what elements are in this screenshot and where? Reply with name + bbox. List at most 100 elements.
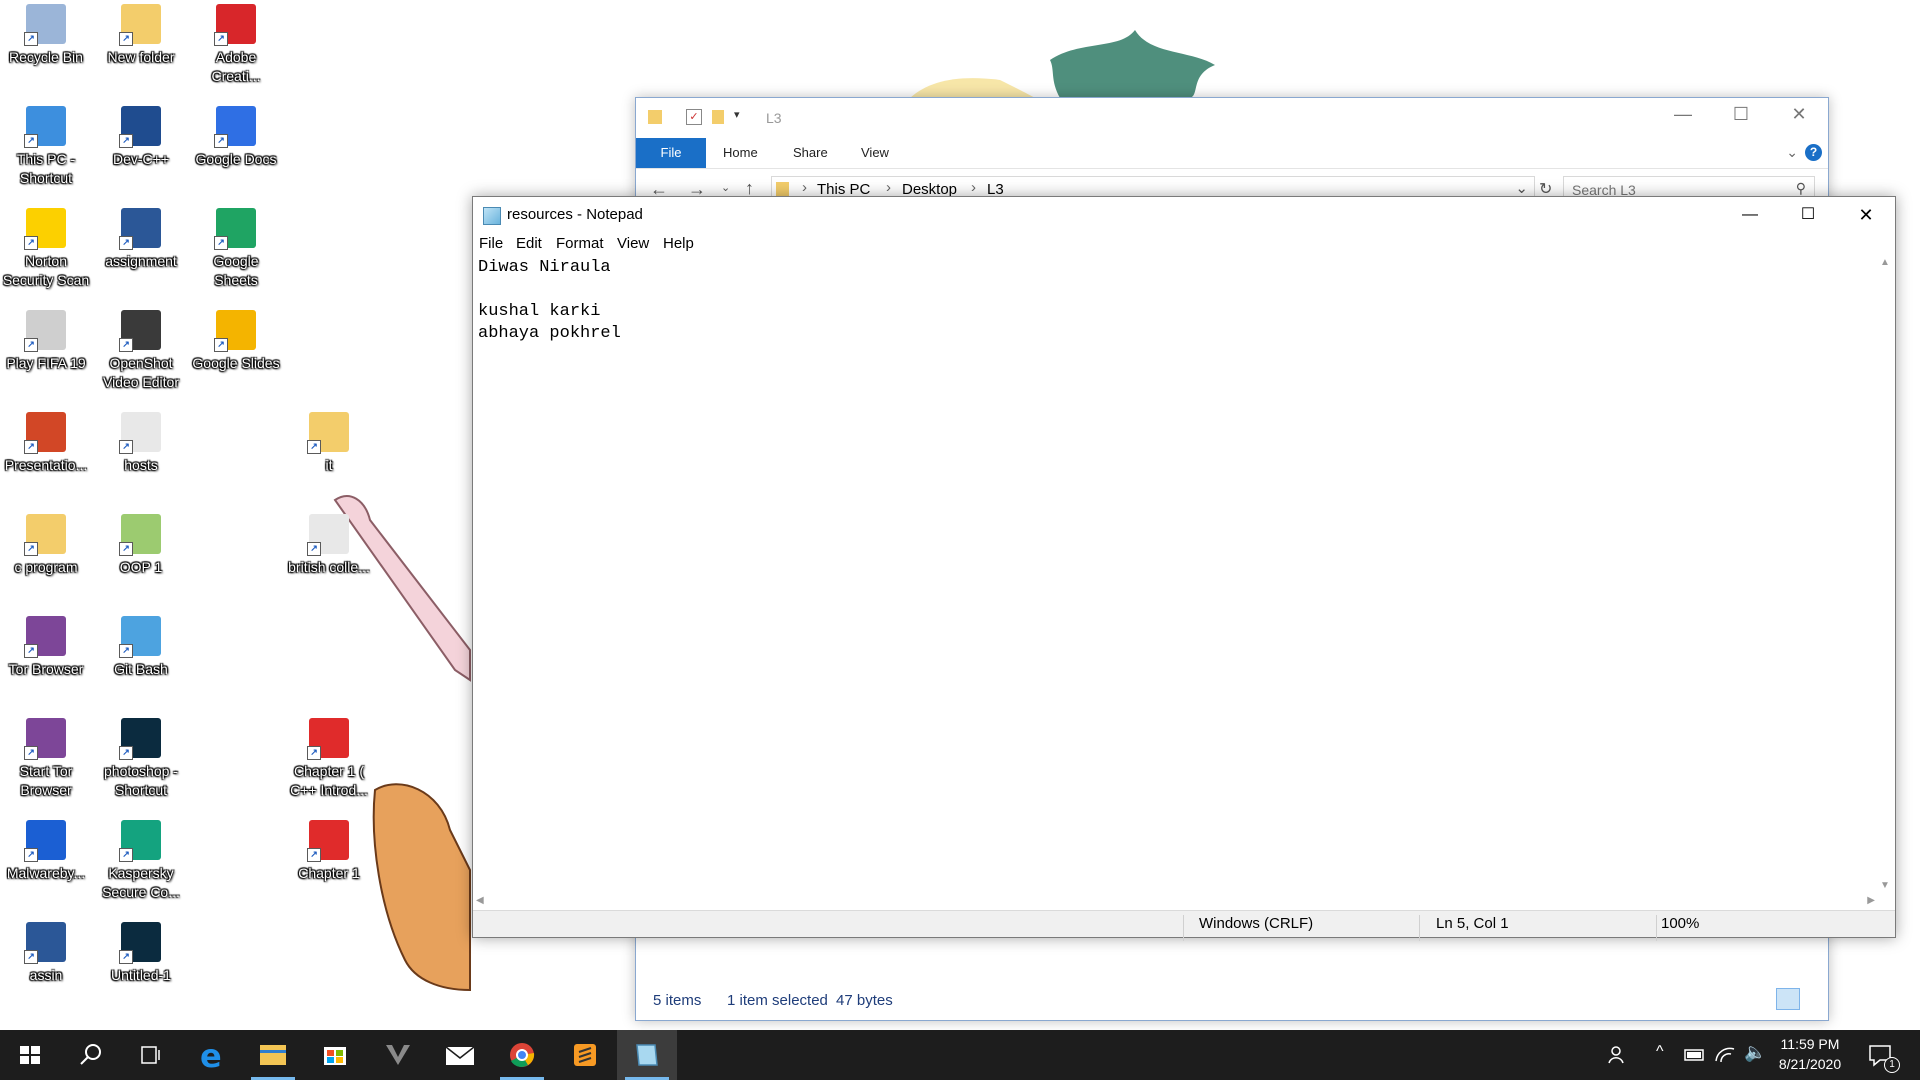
menu-view[interactable]: View <box>617 235 649 252</box>
desktop-icon[interactable]: ↗ british colle... <box>283 514 375 577</box>
edge-taskbar-button[interactable]: e <box>182 1030 242 1080</box>
start-button[interactable] <box>0 1030 60 1080</box>
notepad-window[interactable]: resources - Notepad — ☐ ✕ File Edit Form… <box>472 196 1896 941</box>
taskbar: e ^ 🔈 11:59 PM 8/21/2020 1 <box>0 1030 1920 1080</box>
predator-taskbar-button[interactable] <box>368 1030 428 1080</box>
shortcut-arrow-icon: ↗ <box>24 32 38 46</box>
large-icons-view-icon[interactable] <box>1804 988 1824 1008</box>
desktop-icon[interactable]: ↗ Untitled-1 <box>95 922 187 985</box>
desktop-icon[interactable]: ↗ Norton Security Scan <box>0 208 92 290</box>
tab-file[interactable]: File <box>636 138 706 168</box>
desktop-icon-label: Google Docs <box>195 151 277 167</box>
chevron-up-icon[interactable]: ^ <box>1656 1043 1664 1061</box>
powerpoint-icon: ↗ <box>24 412 66 454</box>
maximize-button[interactable]: ☐ <box>1779 197 1837 233</box>
desktop-icon[interactable]: ↗ Adobe Creati... <box>190 4 282 86</box>
horizontal-scrollbar[interactable]: ◀ ▶ <box>474 893 1877 911</box>
notepad-menubar: File Edit Format View Help <box>473 233 1895 257</box>
menu-help[interactable]: Help <box>663 235 694 252</box>
status-selected: 1 item selected <box>727 992 828 1009</box>
new-folder-quick-icon[interactable] <box>712 110 724 124</box>
chevron-down-icon[interactable]: ⌄ <box>1786 144 1798 161</box>
desktop-icon-label: hosts <box>124 457 158 473</box>
desktop-icon[interactable]: ↗ Git Bash <box>95 616 187 679</box>
details-view-icon[interactable] <box>1776 988 1800 1010</box>
desktop-icon[interactable]: ↗ Dev-C++ <box>95 106 187 169</box>
desktop-icon[interactable]: ↗ Chapter 1 ( C++ Introd... <box>283 718 375 800</box>
maximize-button[interactable]: ☐ <box>1712 98 1770 130</box>
desktop-icon[interactable]: ↗ OOP 1 <box>95 514 187 577</box>
image-file-icon: ↗ <box>119 514 161 556</box>
tab-view[interactable]: View <box>861 138 889 168</box>
scroll-up-icon[interactable]: ▲ <box>1880 257 1890 268</box>
tab-home[interactable]: Home <box>723 138 758 168</box>
desktop-icon[interactable]: ↗ c program <box>0 514 92 577</box>
status-divider <box>1656 915 1657 941</box>
menu-edit[interactable]: Edit <box>516 235 542 252</box>
recent-locations-icon[interactable]: ⌄ <box>721 181 730 194</box>
desktop-icon[interactable]: ↗ Malwareby... <box>0 820 92 883</box>
shortcut-arrow-icon: ↗ <box>24 134 38 148</box>
minimize-button[interactable]: — <box>1654 98 1712 130</box>
status-encoding: Windows (CRLF) <box>1199 915 1314 932</box>
wifi-icon[interactable] <box>1713 1043 1737 1067</box>
search-icon[interactable]: ⚲ <box>1796 180 1806 197</box>
tab-share[interactable]: Share <box>793 138 828 168</box>
battery-icon[interactable] <box>1683 1043 1707 1067</box>
mail-taskbar-button[interactable] <box>430 1030 490 1080</box>
desktop-icon[interactable]: ↗ assin <box>0 922 92 985</box>
menu-file[interactable]: File <box>479 235 503 252</box>
desktop-icon[interactable]: ↗ Google Sheets <box>190 208 282 290</box>
file-explorer-taskbar-button[interactable] <box>243 1030 303 1080</box>
minimize-button[interactable]: — <box>1721 197 1779 233</box>
desktop-icon[interactable]: ↗ assignment <box>95 208 187 271</box>
people-icon[interactable] <box>1607 1043 1631 1067</box>
notepad-taskbar-button[interactable] <box>617 1030 677 1080</box>
volume-icon[interactable]: 🔈 <box>1744 1042 1766 1063</box>
desktop-icon[interactable]: ↗ Tor Browser <box>0 616 92 679</box>
address-dropdown-icon[interactable]: ⌄ <box>1515 179 1528 197</box>
desktop-icon[interactable]: ↗ Kaspersky Secure Co... <box>95 820 187 902</box>
shortcut-arrow-icon: ↗ <box>119 440 133 454</box>
desktop-icon[interactable]: ↗ Chapter 1 <box>283 820 375 883</box>
desktop-icon-label: Git Bash <box>114 661 168 677</box>
desktop-icon[interactable]: ↗ Start Tor Browser <box>0 718 92 800</box>
vertical-scrollbar[interactable]: ▲ ▼ <box>1877 257 1894 891</box>
desktop-icon[interactable]: ↗ This PC - Shortcut <box>0 106 92 188</box>
clock-time[interactable]: 11:59 PM <box>1770 1036 1850 1052</box>
search-button[interactable] <box>60 1030 120 1080</box>
checkbox-properties-icon[interactable]: ✓ <box>686 109 702 125</box>
desktop-icon[interactable]: ↗ New folder <box>95 4 187 67</box>
notepad-text-area[interactable]: Diwas Niraula kushal karki abhaya pokhre… <box>474 257 1877 891</box>
chrome-taskbar-button[interactable] <box>492 1030 552 1080</box>
desktop-icon[interactable]: ↗ Google Docs <box>190 106 282 169</box>
close-button[interactable]: ✕ <box>1770 98 1828 130</box>
scroll-left-icon[interactable]: ◀ <box>476 895 484 906</box>
shortcut-arrow-icon: ↗ <box>24 440 38 454</box>
quick-access-dropdown-icon[interactable]: ▾ <box>734 108 740 121</box>
desktop-icon[interactable]: ↗ Presentatio... <box>0 412 92 475</box>
help-icon[interactable]: ? <box>1805 144 1822 161</box>
menu-format[interactable]: Format <box>556 235 604 252</box>
clock-date[interactable]: 8/21/2020 <box>1770 1056 1850 1072</box>
explorer-titlebar[interactable]: ✓ ▾ L3 — ☐ ✕ <box>636 98 1828 138</box>
desktop-icon[interactable]: ↗ Play FIFA 19 <box>0 310 92 373</box>
predator-icon <box>386 1045 410 1065</box>
sublime-taskbar-button[interactable] <box>555 1030 615 1080</box>
scroll-down-icon[interactable]: ▼ <box>1880 880 1890 891</box>
desktop-icon[interactable]: ↗ it <box>283 412 375 475</box>
notepad-titlebar[interactable]: resources - Notepad — ☐ ✕ <box>473 197 1895 233</box>
desktop-icon[interactable]: ↗ photoshop - Shortcut <box>95 718 187 800</box>
desktop-icon[interactable]: ↗ Recycle Bin <box>0 4 92 67</box>
desktop-icon[interactable]: ↗ Google Slides <box>190 310 282 373</box>
desktop-icon[interactable]: ↗ hosts <box>95 412 187 475</box>
scroll-right-icon[interactable]: ▶ <box>1867 895 1875 906</box>
desktop-icon-label: Google Sheets <box>213 253 259 288</box>
store-taskbar-button[interactable] <box>305 1030 365 1080</box>
desktop-icon[interactable]: ↗ OpenShot Video Editor <box>95 310 187 392</box>
close-button[interactable]: ✕ <box>1837 197 1895 233</box>
task-view-button[interactable] <box>120 1030 180 1080</box>
psd-file-icon: ↗ <box>119 922 161 964</box>
folder-icon: ↗ <box>24 514 66 556</box>
word-document-icon: ↗ <box>24 922 66 964</box>
